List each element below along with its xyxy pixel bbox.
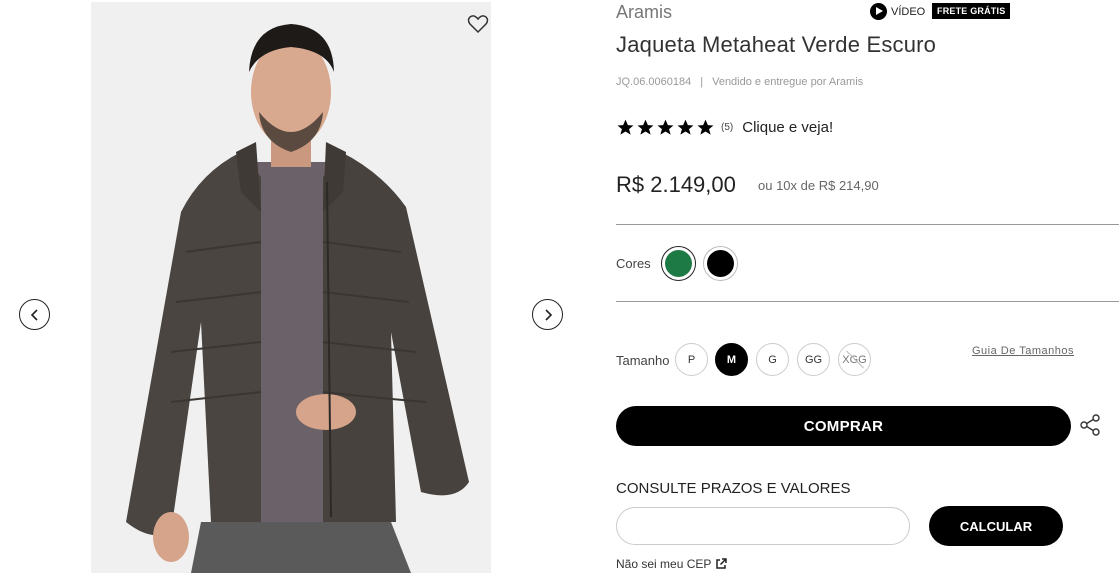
shipping-title: CONSULTE PRAZOS E VALORES	[616, 480, 851, 497]
meta-separator: |	[700, 76, 704, 88]
installments-info: ou 10x de R$ 214,90	[758, 178, 879, 193]
size-guide-link[interactable]: Guia De Tamanhos	[972, 345, 1074, 357]
video-label: VÍDEO	[891, 5, 926, 18]
product-price: R$ 2.149,00	[616, 172, 736, 197]
colors-label: Cores	[616, 256, 651, 271]
product-gallery	[0, 0, 600, 573]
product-image	[91, 2, 491, 573]
size-option-xgg[interactable]: XGG	[838, 343, 871, 376]
star-icon	[677, 119, 694, 135]
divider	[616, 301, 1119, 302]
seller-info: Vendido e entregue por Aramis	[712, 76, 864, 88]
free-shipping-badge: FRETE GRÁTIS	[932, 3, 1011, 19]
color-swatch-fill	[707, 250, 734, 277]
product-sku: JQ.06.0060184	[616, 76, 692, 88]
model-wearing-jacket-illustration	[91, 2, 491, 573]
favorite-heart-icon[interactable]	[466, 12, 490, 36]
rating-count: (5)	[721, 122, 734, 133]
divider	[616, 224, 1119, 225]
gallery-next-button[interactable]	[532, 299, 563, 330]
size-option-m[interactable]: M	[715, 343, 748, 376]
star-icon	[617, 119, 634, 135]
color-swatch-fill	[665, 250, 692, 277]
product-title: Jaqueta Metaheat Verde Escuro	[616, 32, 937, 57]
product-rating[interactable]: (5) Clique e veja!	[616, 118, 833, 137]
buy-button[interactable]: COMPRAR	[616, 406, 1071, 446]
star-icon	[657, 119, 674, 135]
star-icon	[637, 119, 654, 135]
star-icon	[697, 119, 714, 135]
external-link-icon	[716, 558, 728, 569]
gallery-previous-button[interactable]	[19, 299, 50, 330]
cep-input[interactable]	[616, 507, 910, 545]
rating-cta-link[interactable]: Clique e veja!	[742, 119, 833, 136]
brand-name: Aramis	[616, 2, 673, 22]
color-swatch-black[interactable]	[703, 246, 738, 281]
size-label: Tamanho	[616, 353, 670, 368]
product-meta: JQ.06.0060184 | Vendido e entregue por A…	[616, 76, 863, 88]
rating-stars	[616, 118, 715, 137]
play-icon	[870, 3, 887, 20]
size-option-gg[interactable]: GG	[797, 343, 830, 376]
video-link[interactable]: VÍDEO	[870, 3, 925, 20]
chevron-left-icon	[30, 308, 38, 321]
calculate-button[interactable]: CALCULAR	[929, 506, 1063, 546]
no-cep-label: Não sei meu CEP	[616, 557, 712, 571]
color-swatch-green[interactable]	[661, 246, 696, 281]
size-option-g[interactable]: G	[756, 343, 789, 376]
product-info: Aramis VÍDEO FRETE GRÁTIS Jaqueta Metahe…	[616, 0, 1119, 573]
no-cep-link[interactable]: Não sei meu CEP	[616, 557, 728, 571]
size-option-p[interactable]: P	[675, 343, 708, 376]
share-icon[interactable]	[1078, 413, 1102, 437]
chevron-right-icon	[544, 308, 552, 321]
